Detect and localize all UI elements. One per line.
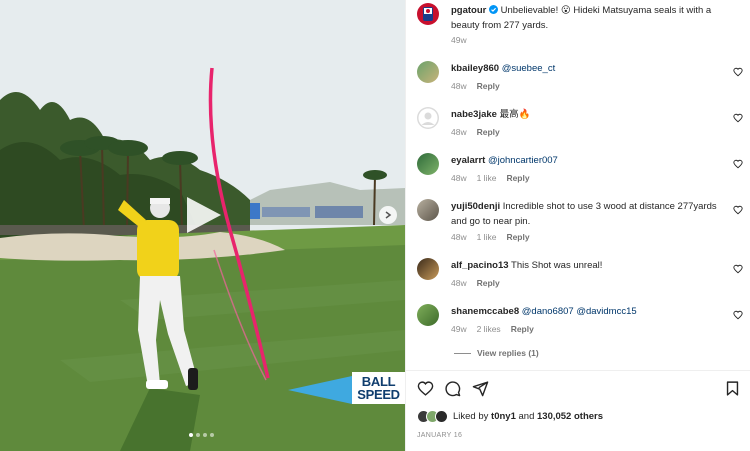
commenter-avatar[interactable] xyxy=(417,304,439,326)
heart-icon[interactable] xyxy=(733,113,743,123)
view-replies-line xyxy=(454,352,471,354)
comment-username[interactable]: eyalarrt xyxy=(451,155,485,166)
actions-divider xyxy=(406,370,750,371)
comment-username[interactable]: yuji50denji xyxy=(451,201,500,212)
play-button[interactable] xyxy=(181,193,225,237)
verified-badge-icon xyxy=(489,5,498,14)
comment-username[interactable]: nabe3jake xyxy=(451,109,497,120)
ball-speed-graphic: BALL SPEED xyxy=(352,372,405,404)
comment-likes[interactable]: 1 like xyxy=(477,173,497,183)
commenter-avatar[interactable] xyxy=(417,153,439,175)
comment-item: shanemccabe8 @dano6807 @davidmcc15 xyxy=(451,304,723,319)
comment-meta: 48w 1 like Reply xyxy=(451,232,530,242)
carousel-dot[interactable] xyxy=(189,433,193,437)
comment-item: kbailey860 @suebee_ct xyxy=(451,61,723,76)
comment-meta: 48w Reply xyxy=(451,81,500,91)
comment-mention[interactable]: @suebee_ct xyxy=(502,63,555,74)
heart-icon[interactable] xyxy=(733,159,743,169)
liker-avatar[interactable] xyxy=(435,410,448,423)
post-media[interactable]: BALL SPEED xyxy=(0,0,405,451)
comment-item: yuji50denji Incredible shot to use 3 woo… xyxy=(451,199,723,229)
reply-button[interactable]: Reply xyxy=(477,278,500,288)
comment-item: alf_pacino13 This Shot was unreal! xyxy=(451,258,723,273)
reply-button[interactable]: Reply xyxy=(477,81,500,91)
comment-meta: 49w 2 likes Reply xyxy=(451,324,534,334)
commenter-avatar[interactable] xyxy=(417,199,439,221)
comment-item: nabe3jake 最高🔥 xyxy=(451,107,723,122)
comment-meta: 48w 1 like Reply xyxy=(451,173,530,183)
pga-tour-logo xyxy=(423,7,433,21)
carousel-dot[interactable] xyxy=(196,433,200,437)
comment-icon[interactable] xyxy=(444,380,461,397)
reply-button[interactable]: Reply xyxy=(506,173,529,183)
comment-age: 48w xyxy=(451,232,467,242)
comment-mention[interactable]: @johncartier007 xyxy=(488,155,558,166)
reply-button[interactable]: Reply xyxy=(506,232,529,242)
caption-meta: 49w xyxy=(451,35,467,45)
comment-text: 最高🔥 xyxy=(499,109,531,120)
play-icon xyxy=(187,197,221,233)
post-caption: pgatour Unbelievable! 😮 Hideki Matsuyama… xyxy=(451,3,723,33)
likes-prefix: Liked by xyxy=(453,411,489,422)
comment-text: This Shot was unreal! xyxy=(511,260,603,271)
comments-panel: pgatour Unbelievable! 😮 Hideki Matsuyama… xyxy=(405,0,750,451)
comment-username[interactable]: shanemccabe8 xyxy=(451,306,519,317)
reply-button[interactable]: Reply xyxy=(477,127,500,137)
view-replies-button[interactable]: View replies (1) xyxy=(454,348,539,358)
comment-age: 48w xyxy=(451,278,467,288)
chevron-right-icon xyxy=(385,211,392,219)
view-replies-label: View replies (1) xyxy=(477,348,539,358)
comment-likes[interactable]: 2 likes xyxy=(477,324,501,334)
share-icon[interactable] xyxy=(472,380,489,397)
graphic-line2: SPEED xyxy=(357,387,400,402)
heart-icon[interactable] xyxy=(733,67,743,77)
author-username[interactable]: pgatour xyxy=(451,5,486,16)
comment-age: 49w xyxy=(451,324,467,334)
next-slide-button[interactable] xyxy=(379,206,397,224)
comment-age: 48w xyxy=(451,127,467,137)
likes-joiner: and xyxy=(518,411,535,422)
likes-summary: Liked by t0ny1 and 130,052 others xyxy=(417,410,603,423)
post-viewer: BALL SPEED pgatour Unbelievable! � xyxy=(0,0,750,451)
default-avatar-icon xyxy=(417,107,439,129)
carousel-dots xyxy=(189,433,214,437)
commenter-avatar[interactable] xyxy=(417,61,439,83)
bookmark-icon[interactable] xyxy=(724,380,741,397)
liker-username[interactable]: t0ny1 xyxy=(491,411,516,422)
comment-likes[interactable]: 1 like xyxy=(477,232,497,242)
heart-icon[interactable] xyxy=(733,310,743,320)
comment-mention[interactable]: @dano6807 @davidmcc15 xyxy=(522,306,637,317)
post-age: 49w xyxy=(451,35,467,45)
commenter-avatar[interactable] xyxy=(417,107,439,129)
heart-icon[interactable] xyxy=(733,205,743,215)
comment-age: 48w xyxy=(451,81,467,91)
post-date: JANUARY 16 xyxy=(417,432,463,439)
comment-age: 48w xyxy=(451,173,467,183)
comment-username[interactable]: alf_pacino13 xyxy=(451,260,509,271)
author-avatar[interactable] xyxy=(417,3,439,25)
likes-count[interactable]: 130,052 others xyxy=(537,411,603,422)
comment-meta: 48w Reply xyxy=(451,127,500,137)
comment-item: eyalarrt @johncartier007 xyxy=(451,153,723,168)
heart-icon[interactable] xyxy=(733,264,743,274)
comment-meta: 48w Reply xyxy=(451,278,500,288)
comment-username[interactable]: kbailey860 xyxy=(451,63,499,74)
heart-icon[interactable] xyxy=(417,380,434,397)
carousel-dot[interactable] xyxy=(210,433,214,437)
carousel-dot[interactable] xyxy=(203,433,207,437)
reply-button[interactable]: Reply xyxy=(511,324,534,334)
commenter-avatar[interactable] xyxy=(417,258,439,280)
likes-text: Liked by t0ny1 and 130,052 others xyxy=(453,411,603,422)
